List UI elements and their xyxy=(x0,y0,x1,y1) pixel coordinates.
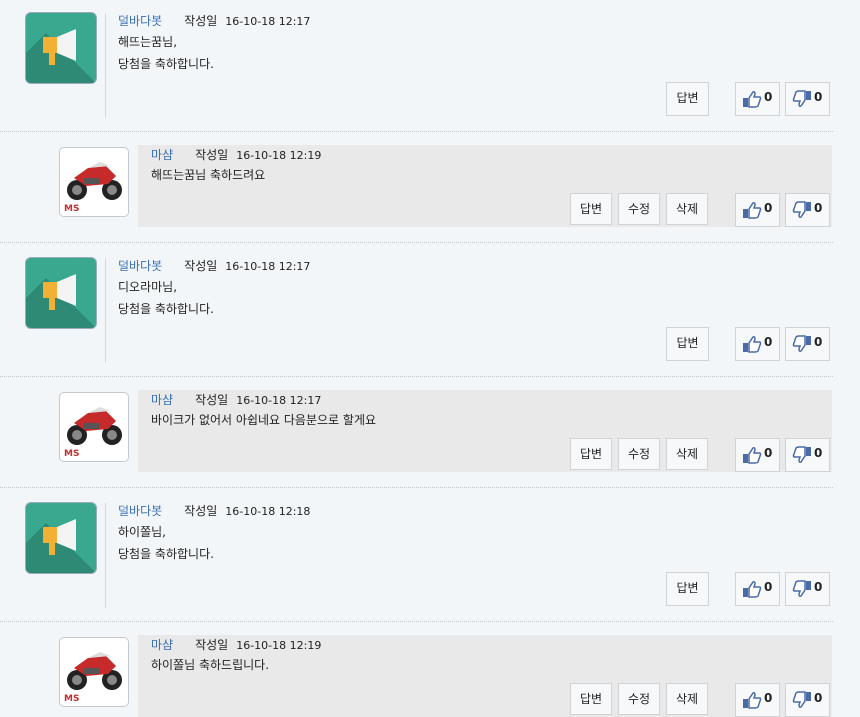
thumbs-up-icon xyxy=(743,581,762,598)
like-count: 0 xyxy=(764,335,773,349)
written-label: 작성일 xyxy=(195,393,229,407)
thumbs-up-icon xyxy=(743,91,762,108)
megaphone-icon xyxy=(26,503,96,573)
reply-button[interactable]: 답변 xyxy=(666,572,709,606)
like-count: 0 xyxy=(764,691,773,705)
thumbs-down-icon xyxy=(792,335,811,352)
thumbs-down-icon xyxy=(792,580,811,597)
comment-date: 16-10-18 12:19 xyxy=(236,639,322,652)
like-count: 0 xyxy=(764,446,773,460)
dislike-count: 0 xyxy=(814,446,823,460)
reply-button[interactable]: 답변 xyxy=(570,683,612,715)
thumbs-up-icon xyxy=(743,336,762,353)
like-count: 0 xyxy=(764,90,773,104)
dislike-button[interactable]: 0 xyxy=(785,438,830,472)
dislike-count: 0 xyxy=(814,335,823,349)
avatar: MS xyxy=(59,637,129,707)
delete-button[interactable]: 삭제 xyxy=(666,438,708,470)
reply-button[interactable]: 답변 xyxy=(666,327,709,361)
thumbs-up-icon xyxy=(743,202,762,219)
like-button[interactable]: 0 xyxy=(735,683,780,717)
comment-text: 해뜨는꿈님 축하드려요 xyxy=(151,168,266,182)
dislike-count: 0 xyxy=(814,90,823,104)
dislike-count: 0 xyxy=(814,201,823,215)
comment-text: 디오라마님, 당첨을 축하합니다. xyxy=(118,280,214,316)
written-label: 작성일 xyxy=(195,638,229,652)
comment-date: 16-10-18 12:19 xyxy=(236,149,322,162)
dislike-button[interactable]: 0 xyxy=(785,683,830,717)
written-label: 작성일 xyxy=(184,14,218,28)
thumbs-down-icon xyxy=(792,446,811,463)
comment-text: 바이크가 없어서 아쉽네요 다음분으로 할게요 xyxy=(151,413,377,427)
dislike-button[interactable]: 0 xyxy=(785,82,830,116)
written-label: 작성일 xyxy=(184,504,218,518)
like-button[interactable]: 0 xyxy=(735,327,780,361)
delete-button[interactable]: 삭제 xyxy=(666,193,708,225)
comment-date: 16-10-18 12:17 xyxy=(225,260,311,273)
dislike-button[interactable]: 0 xyxy=(785,193,830,227)
comment-author[interactable]: 마샴 xyxy=(151,393,173,407)
comment-author[interactable]: 덜바다봇 xyxy=(118,14,162,28)
dislike-count: 0 xyxy=(814,691,823,705)
avatar: MS xyxy=(59,392,129,462)
comment-date: 16-10-18 12:18 xyxy=(225,505,311,518)
comment-text: 하이쫄님, 당첨을 축하합니다. xyxy=(118,525,214,561)
comment-author[interactable]: 마샴 xyxy=(151,638,173,652)
delete-button[interactable]: 삭제 xyxy=(666,683,708,715)
like-button[interactable]: 0 xyxy=(735,438,780,472)
megaphone-icon xyxy=(26,258,96,328)
edit-button[interactable]: 수정 xyxy=(618,193,660,225)
edit-button[interactable]: 수정 xyxy=(618,438,660,470)
like-count: 0 xyxy=(764,201,773,215)
dislike-button[interactable]: 0 xyxy=(785,572,830,606)
megaphone-icon xyxy=(26,13,96,83)
like-button[interactable]: 0 xyxy=(735,572,780,606)
comment-date: 16-10-18 12:17 xyxy=(236,394,322,407)
reply-button[interactable]: 답변 xyxy=(570,438,612,470)
thumbs-down-icon xyxy=(792,90,811,107)
thumbs-up-icon xyxy=(743,692,762,709)
thumbs-down-icon xyxy=(792,201,811,218)
avatar: MS xyxy=(59,147,129,217)
comment-text: 해뜨는꿈님, 당첨을 축하합니다. xyxy=(118,35,214,71)
comment-author[interactable]: 덜바다봇 xyxy=(118,259,162,273)
reply-button[interactable]: 답변 xyxy=(570,193,612,225)
written-label: 작성일 xyxy=(195,148,229,162)
dislike-button[interactable]: 0 xyxy=(785,327,830,361)
comment-text: 하이쫄님 축하드립니다. xyxy=(151,658,270,672)
like-button[interactable]: 0 xyxy=(735,82,780,116)
dislike-count: 0 xyxy=(814,580,823,594)
comment-author[interactable]: 덜바다봇 xyxy=(118,504,162,518)
thumbs-down-icon xyxy=(792,691,811,708)
like-count: 0 xyxy=(764,580,773,594)
thumbs-up-icon xyxy=(743,447,762,464)
written-label: 작성일 xyxy=(184,259,218,273)
comment-date: 16-10-18 12:17 xyxy=(225,15,311,28)
reply-button[interactable]: 답변 xyxy=(666,82,709,116)
comment-author[interactable]: 마샴 xyxy=(151,148,173,162)
like-button[interactable]: 0 xyxy=(735,193,780,227)
edit-button[interactable]: 수정 xyxy=(618,683,660,715)
